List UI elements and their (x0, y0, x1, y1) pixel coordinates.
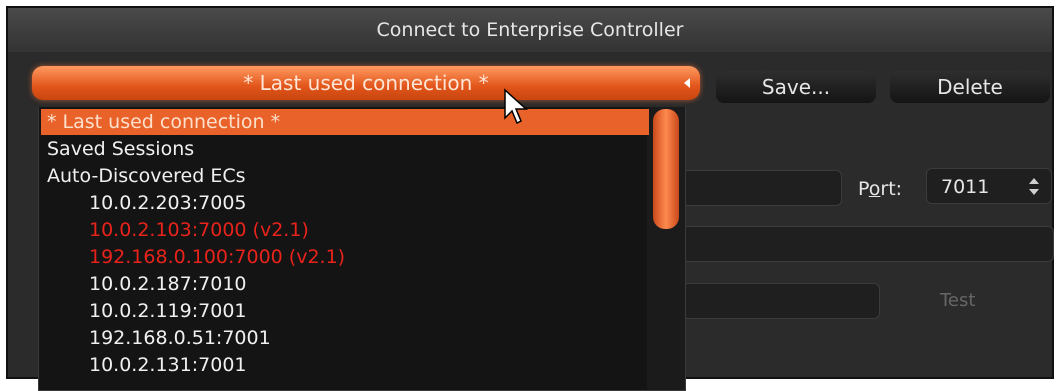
dropdown-scrollbar-thumb[interactable] (653, 109, 679, 229)
test-button[interactable]: Test (940, 290, 975, 311)
host-field[interactable] (682, 170, 842, 206)
password-field[interactable] (682, 283, 880, 319)
port-label: Port: (858, 178, 903, 200)
list-item[interactable]: 10.0.2.187:7010 (39, 271, 247, 297)
list-item[interactable]: 10.0.2.203:7005 (39, 190, 247, 216)
username-field[interactable] (682, 226, 1054, 262)
combo-arrow-icon[interactable] (684, 78, 690, 88)
connect-dialog: Connect to Enterprise Controller * Last … (6, 6, 1054, 391)
list-item[interactable]: 192.168.0.100:7000 (v2.1) (39, 244, 345, 270)
list-item[interactable]: 10.0.2.103:7000 (v2.1) (39, 217, 309, 243)
connection-combo[interactable]: * Last used connection * (32, 66, 700, 100)
list-item-last-used[interactable]: * Last used connection * (41, 109, 649, 135)
list-item[interactable]: 192.168.0.51:7001 (39, 325, 271, 351)
save-button[interactable]: Save... (716, 71, 876, 103)
delete-button[interactable]: Delete (890, 71, 1050, 103)
port-value: 7011 (941, 176, 990, 198)
connection-dropdown-list: * Last used connection * Saved Sessions … (38, 107, 686, 391)
list-item-saved-sessions[interactable]: Saved Sessions (39, 136, 194, 162)
list-item[interactable]: 10.0.2.119:7001 (39, 298, 247, 324)
list-item[interactable]: 10.0.2.131:7001 (39, 352, 247, 378)
list-item-auto-discovered[interactable]: Auto-Discovered ECs (39, 163, 246, 189)
mouse-pointer-icon (504, 88, 528, 125)
port-spinbox[interactable]: 7011 (926, 168, 1052, 204)
connection-combo-value: * Last used connection * (243, 71, 489, 95)
dialog-title: Connect to Enterprise Controller (8, 8, 1052, 52)
spinner-arrows-icon[interactable] (1029, 178, 1039, 196)
